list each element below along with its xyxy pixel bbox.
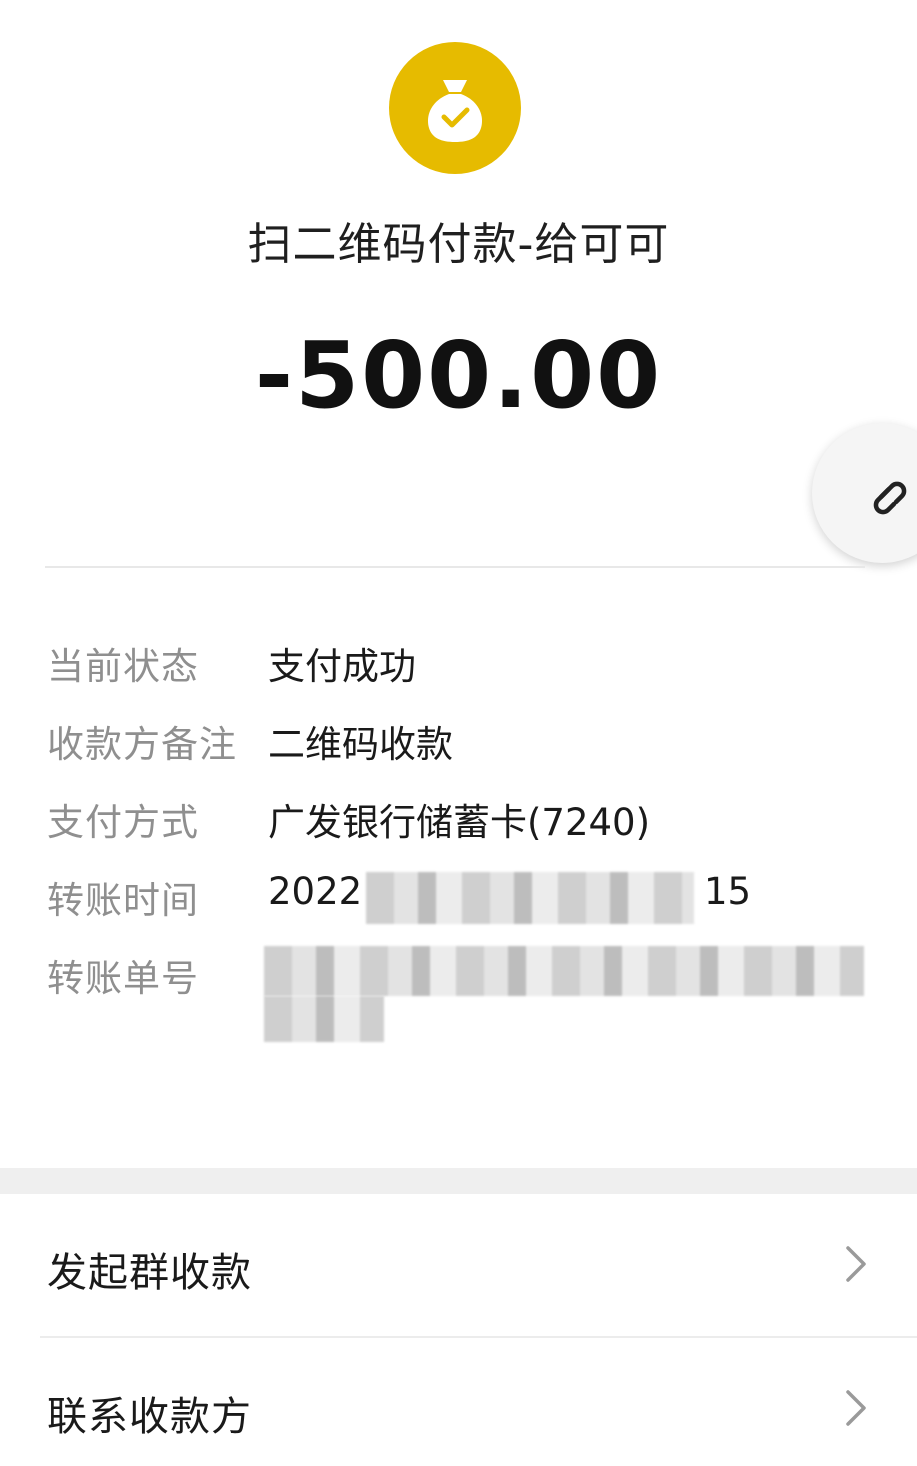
contact-payee-label: 联系收款方 xyxy=(47,1394,252,1440)
menu-divider xyxy=(40,1336,917,1338)
redaction-number-line2 xyxy=(264,996,384,1042)
link-icon xyxy=(873,481,907,515)
money-bag-check-icon xyxy=(389,42,521,174)
link-button[interactable] xyxy=(812,423,917,563)
transfer-time-label: 转账时间 xyxy=(47,879,199,922)
redaction-number-line1 xyxy=(264,946,864,996)
status-value: 支付成功 xyxy=(268,645,416,688)
payment-method-label: 支付方式 xyxy=(47,801,199,844)
menu-item-group-collect[interactable]: 发起群收款 xyxy=(0,1202,917,1322)
section-gap xyxy=(0,1168,917,1194)
chevron-right-icon xyxy=(846,1390,866,1426)
status-label: 当前状态 xyxy=(47,645,199,688)
transaction-amount: -500.00 xyxy=(254,322,663,429)
menu-item-contact-payee[interactable]: 联系收款方 xyxy=(0,1346,917,1466)
payment-method-value: 广发银行储蓄卡(7240) xyxy=(268,801,651,844)
group-collect-label: 发起群收款 xyxy=(47,1250,252,1296)
transfer-time-suffix: 15 xyxy=(704,870,752,913)
payee-note-value: 二维码收款 xyxy=(268,723,453,766)
chevron-right-icon xyxy=(846,1246,866,1282)
transaction-title: 扫二维码付款-给可可 xyxy=(247,219,670,270)
header-divider xyxy=(45,566,865,568)
transfer-time-value: 2022 xyxy=(268,870,363,913)
transfer-number-label: 转账单号 xyxy=(47,957,199,1000)
redaction-time xyxy=(366,872,694,924)
payee-note-label: 收款方备注 xyxy=(47,723,237,766)
